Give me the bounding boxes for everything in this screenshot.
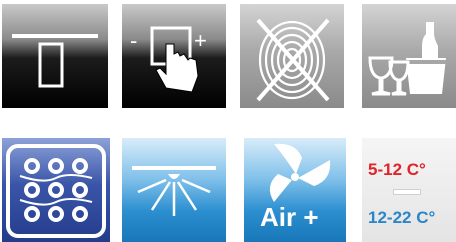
zone-divider <box>394 190 420 194</box>
tile-dual-zone[interactable]: 5-12 C° 12-22 C° <box>362 138 456 242</box>
tile-touch-control[interactable]: - + <box>122 4 226 108</box>
wine-glasses-bucket-icon <box>368 22 446 96</box>
tile-no-fingerprint[interactable] <box>240 4 344 108</box>
tile-interior-light[interactable] <box>122 138 226 242</box>
bottle-rack-icon <box>6 144 106 238</box>
ceiling-light-icon <box>132 166 216 216</box>
lower-zone-temp: 12-22 C° <box>368 208 436 227</box>
plus-label: + <box>194 28 207 53</box>
minus-label: - <box>130 28 137 53</box>
tile-air-plus[interactable]: Air + <box>244 138 346 242</box>
door-icon <box>12 34 98 88</box>
tile-wine-rack[interactable] <box>2 138 110 242</box>
air-plus-label: Air + <box>260 202 319 232</box>
upper-zone-temp: 5-12 C° <box>368 160 426 179</box>
tile-door[interactable] <box>2 4 108 108</box>
no-fingerprint-icon <box>256 18 330 102</box>
tile-wine-glasses[interactable] <box>362 4 456 108</box>
touch-control-icon: - + <box>130 26 207 93</box>
